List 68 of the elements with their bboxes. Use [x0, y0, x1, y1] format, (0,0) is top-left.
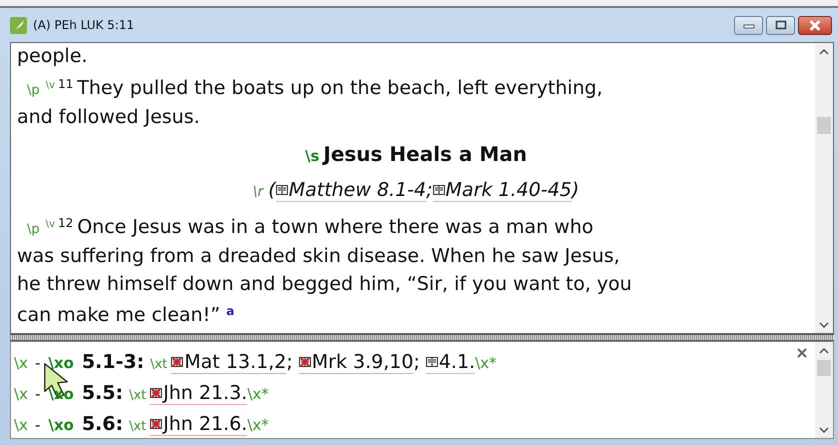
note-end-marker: \x* [247, 416, 269, 434]
close-icon [808, 20, 822, 30]
maximize-button[interactable] [766, 16, 795, 34]
broken-book-icon [298, 357, 311, 367]
note-caller: - [34, 385, 40, 403]
scrollbar-thumb[interactable] [817, 117, 831, 134]
note-caller: - [34, 354, 40, 372]
feather-icon [10, 16, 27, 34]
scroll-up-icon[interactable] [819, 348, 829, 354]
book-icon [276, 184, 288, 194]
paragraph-marker: \p [27, 82, 40, 98]
paragraph-marker: \p [27, 222, 40, 236]
note-caller: - [34, 416, 40, 434]
scrollbar-thumb[interactable] [817, 360, 831, 376]
footnote-caller[interactable]: a [226, 304, 234, 318]
section-marker: \s [304, 146, 320, 164]
origin-reference: 5.5: [82, 382, 124, 404]
note-marker: \x [14, 385, 28, 403]
broken-book-icon [150, 419, 162, 429]
parenthesis: ( [268, 178, 276, 200]
origin-reference: 5.6: [82, 413, 124, 435]
verse-number: 11 [58, 76, 74, 90]
punctuation: ) [572, 178, 580, 200]
broken-book-icon [171, 357, 184, 367]
body-text: Once Jesus was in a town where there was a man who [77, 216, 594, 238]
reference-marker: \r [252, 184, 264, 200]
target-marker: \xt [129, 419, 146, 434]
reference-link[interactable]: Mark 1.40-45 [432, 178, 572, 202]
book-icon [426, 357, 438, 367]
body-text: was suffering from a dreaded skin disease. When he saw Jesus, [17, 245, 620, 267]
origin-marker: \xo [48, 416, 74, 434]
splitter-handle[interactable] [10, 334, 834, 341]
section-heading: Jesus Heals a Man [323, 142, 528, 166]
verse-marker: \v [46, 218, 55, 230]
reference-link[interactable]: Matthew 8.1-4 [276, 178, 426, 202]
punctuation: ; [286, 351, 293, 373]
scroll-up-icon[interactable] [819, 49, 829, 55]
body-text: and followed Jesus. [17, 106, 200, 128]
reference-link[interactable]: Jhn 21.3. [150, 382, 248, 405]
origin-reference: 5.1-3: [82, 351, 144, 373]
minimize-button[interactable] [734, 16, 763, 34]
punctuation: ; [426, 178, 433, 200]
broken-book-icon [150, 388, 162, 398]
close-button[interactable] [798, 16, 832, 34]
target-marker: \xt [129, 388, 146, 403]
reference-link[interactable]: Mrk 3.9,10 [298, 351, 414, 374]
target-marker: \xt [150, 357, 168, 372]
close-icon[interactable] [797, 348, 807, 358]
body-text: he threw himself down and begged him, “Sir, if you want to, you [17, 272, 632, 294]
origin-marker: \xo [48, 354, 74, 372]
note-marker: \x [14, 354, 28, 372]
verse-number: 12 [58, 216, 74, 230]
verse-marker: \v [46, 80, 55, 90]
reference-link[interactable]: 4.1. [426, 351, 476, 374]
body-text: people. [17, 45, 88, 67]
window-title: (A) PEh LUK 5:11 [33, 18, 134, 32]
punctuation: ; [413, 351, 420, 373]
reference-link[interactable]: Jhn 21.6. [150, 413, 248, 436]
reference-link[interactable]: Mat 13.1,2 [171, 351, 286, 374]
body-text: They pulled the boats up on the beach, left everything, [77, 76, 603, 98]
note-marker: \x [14, 416, 28, 434]
scroll-down-icon[interactable] [819, 427, 829, 433]
book-icon [432, 184, 445, 194]
note-end-marker: \x* [475, 354, 497, 372]
scroll-down-icon[interactable] [819, 322, 829, 328]
maximize-icon [774, 20, 786, 30]
note-end-marker: \x* [247, 385, 269, 403]
body-text: can make me clean!” [17, 304, 220, 326]
